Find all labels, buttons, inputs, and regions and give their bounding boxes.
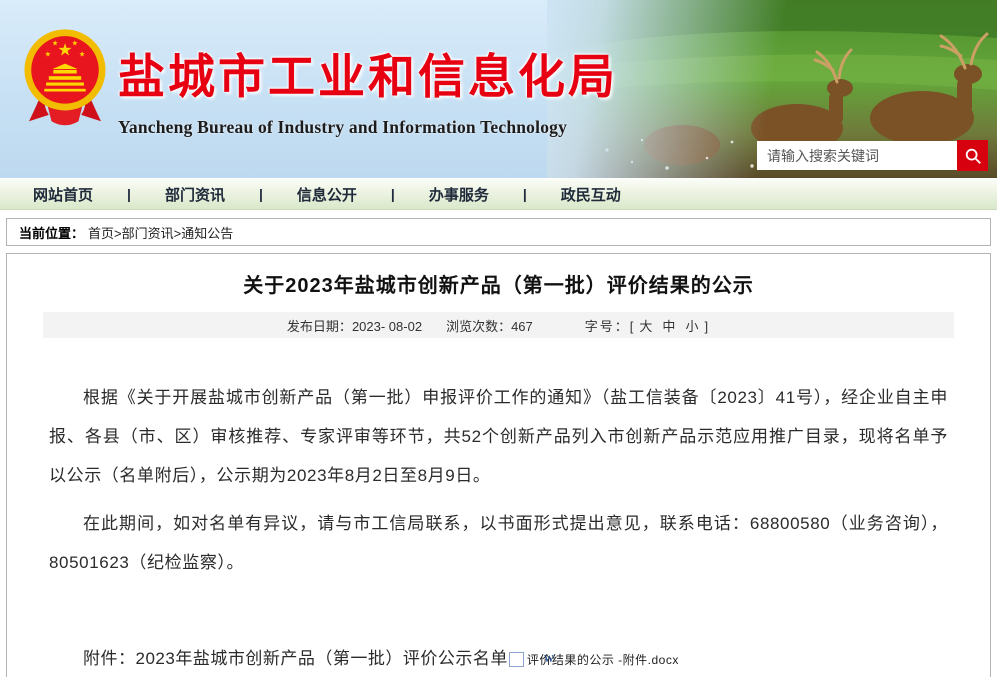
- article-paragraph: 在此期间，如对名单有异议，请与市工信局联系，以书面形式提出意见，联系电话：688…: [49, 504, 948, 582]
- article-container: 关于2023年盐城市创新产品（第一批）评价结果的公示 发布日期：2023- 08…: [6, 253, 991, 677]
- breadcrumb: 当前位置： 首页>部门资讯>通知公告: [6, 218, 991, 246]
- font-size-medium[interactable]: 中: [662, 319, 677, 334]
- article-title: 关于2023年盐城市创新产品（第一批）评价结果的公示: [7, 269, 990, 298]
- word-doc-icon: W: [509, 652, 524, 667]
- attachment-link[interactable]: 2023年盐城市创新产品（第一批）评价公示名单: [136, 649, 508, 668]
- search-bar: [757, 140, 988, 171]
- nav-separator: |: [391, 186, 395, 202]
- font-size-label: 字号：[: [585, 319, 636, 334]
- view-count-value: 467: [511, 319, 533, 334]
- nav-item-services[interactable]: 办事服务: [429, 184, 489, 205]
- font-size-small[interactable]: 小: [685, 319, 700, 334]
- font-size-bracket-close: ]: [704, 319, 710, 334]
- site-subtitle: Yancheng Bureau of Industry and Informat…: [118, 117, 618, 138]
- svg-text:★: ★: [52, 39, 58, 48]
- article-meta-bar: 发布日期：2023- 08-02 浏览次数：467 字号：[大中小]: [43, 312, 954, 338]
- main-nav: 网站首页 | 部门资讯 | 信息公开 | 办事服务 | 政民互动: [0, 179, 997, 210]
- header-banner: ★ ★ ★ ★ ★ 盐城市工业和信息化局 Yancheng Bureau of …: [0, 0, 997, 178]
- breadcrumb-label: 当前位置：: [19, 223, 84, 242]
- nav-item-info-disclosure[interactable]: 信息公开: [297, 184, 357, 205]
- publish-date-value: 2023- 08-02: [352, 319, 422, 334]
- nav-item-department-news[interactable]: 部门资讯: [165, 184, 225, 205]
- nav-item-interaction[interactable]: 政民互动: [561, 184, 621, 205]
- search-icon: [964, 147, 982, 165]
- attachment-row: 附件：2023年盐城市创新产品（第一批）评价公示名单W评价结果的公示 -附件.d…: [49, 644, 948, 669]
- nav-separator: |: [127, 186, 131, 202]
- attachment-prefix: 附件：: [83, 649, 136, 668]
- article-paragraph: 根据《关于开展盐城市创新产品（第一批）申报评价工作的通知》（盐工信装备〔2023…: [49, 378, 948, 495]
- publish-date-label: 发布日期：: [287, 319, 352, 334]
- nav-separator: |: [523, 186, 527, 202]
- breadcrumb-path[interactable]: 首页>部门资讯>通知公告: [88, 223, 233, 242]
- publish-date: 发布日期：2023- 08-02: [287, 316, 422, 335]
- nav-item-home[interactable]: 网站首页: [33, 184, 93, 205]
- view-count-label: 浏览次数：: [446, 319, 511, 334]
- svg-text:★: ★: [45, 49, 51, 58]
- svg-text:★: ★: [57, 41, 72, 60]
- font-size-large[interactable]: 大: [639, 319, 654, 334]
- site-title: 盐城市工业和信息化局: [118, 38, 618, 107]
- view-count: 浏览次数：467: [446, 316, 533, 335]
- national-emblem-icon: ★ ★ ★ ★ ★: [20, 22, 110, 134]
- font-size-control: 字号：[大中小]: [585, 316, 710, 335]
- svg-text:★: ★: [79, 49, 85, 58]
- search-button[interactable]: [957, 140, 988, 171]
- nav-separator: |: [259, 186, 263, 202]
- search-input[interactable]: [757, 141, 957, 170]
- attachment-filename[interactable]: 评价结果的公示 -附件.docx: [527, 653, 679, 667]
- svg-text:★: ★: [72, 39, 78, 48]
- article-body: 根据《关于开展盐城市创新产品（第一批）申报评价工作的通知》（盐工信装备〔2023…: [49, 378, 948, 582]
